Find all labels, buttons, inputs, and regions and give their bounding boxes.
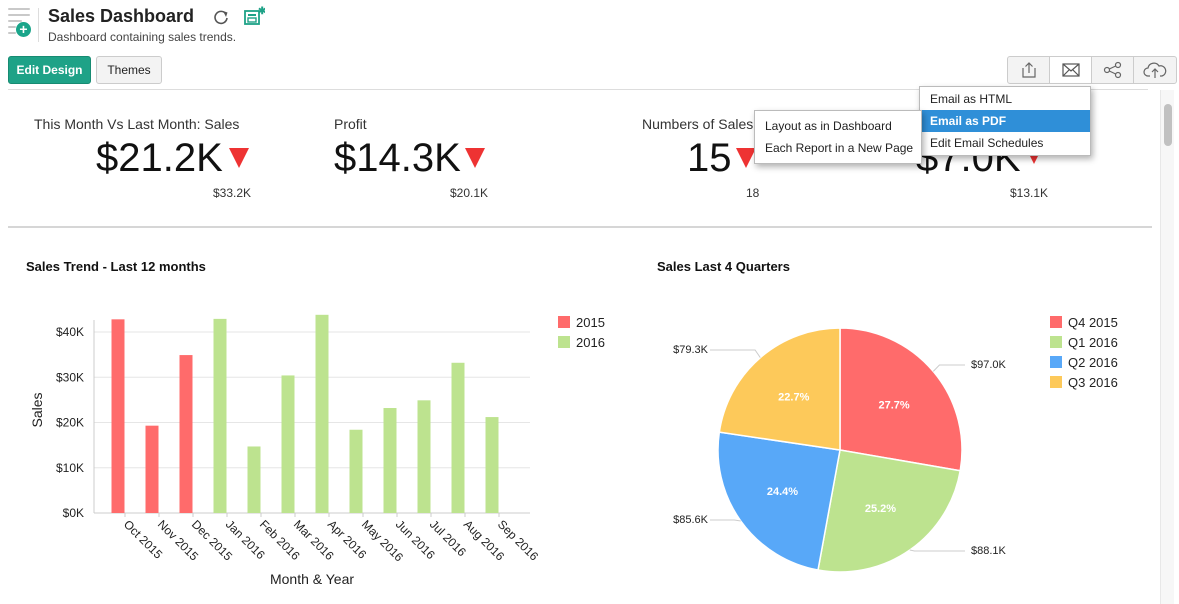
save-view-icon[interactable]: ✱ <box>243 6 265 26</box>
kpi-title: Numbers of Sales <box>642 116 754 132</box>
pie-percent-label: 22.7% <box>778 391 809 403</box>
trend-down-icon <box>465 148 485 168</box>
pdf-layout-submenu: Layout as in Dashboard Each Report in a … <box>754 110 922 164</box>
bar-2015-dec-2015 <box>179 355 193 513</box>
legend-label-2016: 2016 <box>576 335 605 350</box>
legend-swatch-q2-2016 <box>1050 356 1062 368</box>
share-button[interactable] <box>1092 57 1134 83</box>
themes-button[interactable]: Themes <box>96 56 162 84</box>
bar-2016-feb-2016 <box>247 446 261 513</box>
y-tick-label: $10K <box>56 461 84 475</box>
cloud-upload-icon <box>1143 62 1167 78</box>
kpi-profit[interactable]: Profit $14.3K $20.1K <box>334 116 488 200</box>
export-button[interactable] <box>1008 57 1050 83</box>
legend-swatch-2015 <box>558 316 570 328</box>
bar-2016-jan-2016 <box>213 318 227 513</box>
kpi-sales[interactable]: This Month Vs Last Month: Sales $21.2K $… <box>34 116 251 200</box>
y-tick-label: $0K <box>63 506 84 520</box>
menu-item-layout-as-dashboard[interactable]: Layout as in Dashboard <box>755 115 921 137</box>
bar-2015-oct-2015 <box>111 319 125 513</box>
bar-2016-mar-2016 <box>281 375 295 513</box>
envelope-icon <box>1061 63 1080 77</box>
kpi-value: 15 <box>687 136 732 180</box>
bar-2016-may-2016 <box>349 429 363 513</box>
pie-leader-line <box>909 549 965 552</box>
y-tick-label: $30K <box>56 370 84 384</box>
kpi-previous: $13.1K <box>1010 186 1049 200</box>
pie-slice-q2-2016 <box>717 431 841 571</box>
legend-label: Q2 2016 <box>1068 355 1118 370</box>
pie-leader-line <box>932 364 965 372</box>
trend-down-icon <box>229 148 249 168</box>
scrollbar-thumb[interactable] <box>1164 104 1172 146</box>
kpi-number-of-sales[interactable]: Numbers of Sales 15 18 <box>642 116 759 200</box>
legend-swatch-2016 <box>558 336 570 348</box>
bar-2016-jul-2016 <box>417 400 431 513</box>
legend-label: Q3 2016 <box>1068 375 1118 390</box>
bar-2016-aug-2016 <box>451 362 465 513</box>
bar-2016-apr-2016 <box>315 314 329 513</box>
pie-value-label: $88.1K <box>971 545 1007 557</box>
refresh-icon[interactable] <box>212 8 230 26</box>
pie-percent-label: 27.7% <box>879 399 910 411</box>
svg-text:✱: ✱ <box>258 6 265 17</box>
legend-swatch-q4-2015 <box>1050 316 1062 328</box>
menu-item-email-html[interactable]: Email as HTML <box>920 88 1090 110</box>
pie-percent-label: 24.4% <box>767 486 798 498</box>
pie-slice-q3-2016 <box>718 327 841 451</box>
menu-item-each-report-new-page[interactable]: Each Report in a New Page <box>755 137 921 159</box>
vertical-scrollbar[interactable] <box>1160 90 1174 604</box>
dashboard-header: + Sales Dashboard Dashboard containing s… <box>0 0 1179 90</box>
pie-leader-line <box>710 349 761 358</box>
pie-leader-line <box>710 519 741 522</box>
email-button[interactable] <box>1050 57 1092 83</box>
sales-quarters-pie-chart: 27.7% $97.0K 25.2% $88.1K 24.4% $85.6K 22.7% $7… <box>673 315 1118 573</box>
menu-item-edit-email-schedules[interactable]: Edit Email Schedules <box>920 132 1090 154</box>
kpi-previous: $33.2K <box>213 186 252 200</box>
y-tick-label: $20K <box>56 416 84 430</box>
add-menu-icon[interactable]: + <box>8 6 34 37</box>
pie-value-label: $85.6K <box>673 514 709 526</box>
bar-2015-nov-2015 <box>145 425 159 513</box>
export-icon <box>1021 62 1036 78</box>
y-axis-title: Sales <box>29 392 45 427</box>
legend-label: Q4 2015 <box>1068 315 1118 330</box>
kpi-title: Profit <box>334 116 367 132</box>
kpi-title: This Month Vs Last Month: Sales <box>34 116 240 132</box>
bar-2016-jun-2016 <box>383 408 397 513</box>
pie-value-label: $79.3K <box>673 344 709 356</box>
legend-label: Q1 2016 <box>1068 335 1118 350</box>
page-subtitle: Dashboard containing sales trends. <box>48 30 237 44</box>
email-menu: Email as HTML Email as PDF Edit Email Sc… <box>919 86 1091 156</box>
bar-chart-title: Sales Trend - Last 12 months <box>26 259 206 274</box>
pie-percent-label: 25.2% <box>865 503 896 515</box>
sales-trend-bar-chart: $0K$10K$20K$30K$40KOct 2015Nov 2015Dec 2… <box>29 314 605 587</box>
legend-label-2015: 2015 <box>576 315 605 330</box>
kpi-previous: 18 <box>746 186 760 200</box>
section-divider <box>8 226 1152 228</box>
publish-button[interactable] <box>1134 57 1176 83</box>
page-title: Sales Dashboard <box>48 6 195 26</box>
edit-design-button[interactable]: Edit Design <box>8 56 91 84</box>
kpi-value: $21.2K <box>96 136 223 180</box>
kpi-previous: $20.1K <box>450 186 489 200</box>
header-divider <box>38 8 39 42</box>
trend-down-icon <box>736 148 756 168</box>
x-axis-title: Month & Year <box>270 571 354 587</box>
legend-swatch-q3-2016 <box>1050 376 1062 388</box>
bar-2016-sep-2016 <box>485 417 499 513</box>
pie-value-label: $97.0K <box>971 359 1007 371</box>
kpi-value: $14.3K <box>334 136 461 180</box>
y-tick-label: $40K <box>56 325 84 339</box>
pie-chart-title: Sales Last 4 Quarters <box>657 259 790 274</box>
share-icon <box>1103 61 1121 79</box>
menu-item-email-pdf[interactable]: Email as PDF <box>920 110 1090 132</box>
legend-swatch-q1-2016 <box>1050 336 1062 348</box>
dashboard-toolbar <box>1007 56 1177 84</box>
